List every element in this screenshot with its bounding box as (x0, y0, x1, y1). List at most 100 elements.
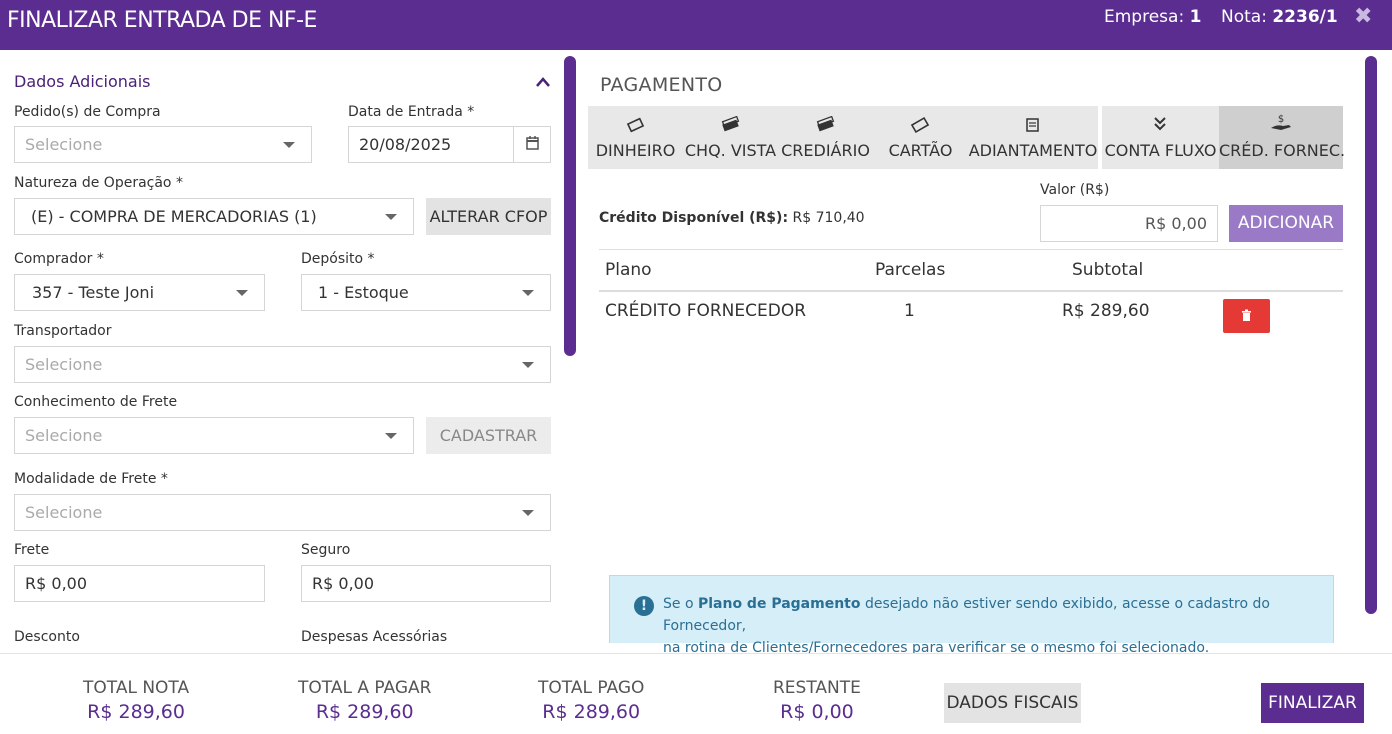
comprador-label: Comprador * (14, 251, 104, 267)
total-a-pagar-value: R$ 289,60 (315, 701, 414, 723)
data-entrada-label: Data de Entrada * (348, 104, 475, 120)
deposito-value: 1 - Estoque (318, 283, 409, 302)
col-plano: Plano (605, 260, 652, 280)
cell-subtotal: R$ 289,60 (1062, 301, 1150, 321)
total-nota-value: R$ 289,60 (87, 701, 185, 723)
tab-conta-fluxo-label: CONTA FLUXO (1104, 141, 1217, 160)
tab-cred-fornec-label: CRÉD. FORNEC. (1219, 141, 1346, 160)
svg-text:$: $ (1278, 114, 1284, 125)
credito-value: R$ 710,40 (792, 210, 865, 226)
cell-plano: CRÉDITO FORNECEDOR (605, 301, 807, 321)
modalidade-placeholder: Selecione (25, 503, 103, 522)
tab-crediario-label: CREDIÁRIO (781, 141, 870, 160)
col-parcelas: Parcelas (875, 260, 946, 280)
crediario-icon (816, 116, 835, 132)
conhecimento-label: Conhecimento de Frete (14, 394, 178, 410)
dados-fiscais-button[interactable]: DADOS FISCAIS (944, 683, 1081, 723)
total-pago: TOTAL PAGO R$ 289,60 (538, 678, 644, 723)
total-pago-label: TOTAL PAGO (538, 678, 645, 698)
modal-header: FINALIZAR ENTRADA DE NF-E Empresa: 1 Not… (0, 0, 1392, 50)
comprador-select[interactable]: 357 - Teste Joni (14, 274, 265, 311)
desconto-label: Desconto (14, 629, 80, 645)
frete-input[interactable]: R$ 0,00 (14, 565, 265, 602)
tab-dinheiro[interactable]: DINHEIRO (588, 106, 683, 169)
valor-input[interactable]: R$ 0,00 (1040, 205, 1218, 242)
deposito-label: Depósito * (301, 251, 375, 267)
payment-table-header: Plano Parcelas Subtotal (599, 249, 1343, 292)
tab-cred-fornec[interactable]: $ CRÉD. FORNEC. (1219, 106, 1346, 169)
restante-value: R$ 0,00 (780, 701, 854, 723)
alert-pre: Se o (663, 596, 698, 612)
payment-tabs: DINHEIRO CHQ. VISTA CREDIÁRIO CARTÃO ADI… (588, 106, 1346, 169)
data-entrada-input[interactable]: 20/08/2025 (348, 126, 551, 163)
tab-conta-fluxo[interactable]: CONTA FLUXO (1102, 106, 1219, 169)
credito-label: Crédito Disponível (R$): (599, 210, 789, 226)
tab-cartao-label: CARTÃO (888, 141, 953, 160)
valor-label: Valor (R$) (1040, 182, 1110, 198)
pagamento-title: PAGAMENTO (600, 74, 723, 96)
finalizar-button[interactable]: FINALIZAR (1261, 683, 1364, 723)
info-alert: ! Se o Plano de Pagamento desejado não e… (609, 575, 1334, 656)
chevron-down-icon (522, 362, 534, 368)
deposito-select[interactable]: 1 - Estoque (301, 274, 551, 311)
section-title-dados-adicionais: Dados Adicionais (14, 72, 151, 91)
seguro-input[interactable]: R$ 0,00 (301, 565, 551, 602)
card-icon (910, 116, 930, 134)
footer-bar: TOTAL NOTA R$ 289,60 TOTAL A PAGAR R$ 28… (0, 653, 1392, 734)
total-pago-value: R$ 289,60 (542, 701, 641, 723)
transportador-select[interactable]: Selecione (14, 346, 551, 383)
cadastrar-button[interactable]: CADASTRAR (426, 417, 551, 454)
alert-bold: Plano de Pagamento (697, 596, 861, 612)
pedido-select[interactable]: Selecione (14, 126, 312, 163)
tab-chq-vista[interactable]: CHQ. VISTA (683, 106, 778, 169)
conhecimento-select[interactable]: Selecione (14, 417, 414, 454)
natureza-label: Natureza de Operação * (14, 175, 183, 191)
transportador-label: Transportador (14, 323, 112, 339)
calendar-icon[interactable] (513, 127, 550, 162)
modalidade-select[interactable]: Selecione (14, 494, 551, 531)
modalidade-label: Modalidade de Frete * (14, 471, 168, 487)
exclamation-icon: ! (634, 596, 654, 616)
chevron-down-icon (236, 290, 248, 296)
document-icon (1026, 118, 1039, 132)
nota-info: Nota: 2236/1 (1221, 7, 1338, 27)
total-nota-label: TOTAL NOTA (83, 678, 190, 698)
cheque-icon (721, 116, 740, 132)
transportador-placeholder: Selecione (25, 355, 103, 374)
despesas-label: Despesas Acessórias (301, 629, 448, 645)
natureza-select[interactable]: (E) - COMPRA DE MERCADORIAS (1) (14, 198, 414, 235)
alert-text: Se o Plano de Pagamento desejado não est… (663, 593, 1333, 659)
chevron-down-icon (522, 290, 534, 296)
chevron-up-icon[interactable] (533, 73, 553, 91)
comprador-value: 357 - Teste Joni (32, 283, 155, 302)
chevron-down-icon (385, 214, 397, 220)
tab-crediario[interactable]: CREDIÁRIO (778, 106, 873, 169)
seguro-label: Seguro (301, 542, 351, 558)
tab-dinheiro-label: DINHEIRO (595, 141, 676, 160)
pedido-label: Pedido(s) de Compra (14, 104, 161, 120)
tab-chq-vista-label: CHQ. VISTA (684, 141, 777, 160)
money-icon (626, 117, 645, 133)
empresa-info: Empresa: 1 (1104, 7, 1201, 27)
tab-adiantamento[interactable]: ADIANTAMENTO (968, 106, 1098, 169)
total-a-pagar: TOTAL A PAGAR R$ 289,60 (298, 678, 431, 723)
alterar-cfop-button[interactable]: ALTERAR CFOP (426, 198, 551, 235)
chevron-down-icon (522, 510, 534, 516)
hand-money-icon: $ (1271, 114, 1291, 130)
frete-label: Frete (14, 542, 50, 558)
delete-row-button[interactable] (1223, 299, 1270, 333)
tab-cartao[interactable]: CARTÃO (873, 106, 968, 169)
chevron-down-icon (385, 433, 397, 439)
cell-parcelas: 1 (904, 301, 915, 321)
conhecimento-placeholder: Selecione (25, 426, 103, 445)
left-scrollbar[interactable] (564, 56, 576, 356)
restante: RESTANTE R$ 0,00 (773, 678, 861, 723)
chevron-down-icon (283, 142, 295, 148)
right-scrollbar[interactable] (1365, 56, 1377, 614)
close-icon[interactable]: ✖ (1354, 4, 1372, 29)
data-entrada-value: 20/08/2025 (359, 135, 452, 154)
credito-disponivel: Crédito Disponível (R$): R$ 710,40 (599, 210, 865, 226)
adicionar-button[interactable]: ADICIONAR (1229, 205, 1343, 242)
pedido-placeholder: Selecione (25, 135, 103, 154)
natureza-value: (E) - COMPRA DE MERCADORIAS (1) (31, 207, 317, 226)
